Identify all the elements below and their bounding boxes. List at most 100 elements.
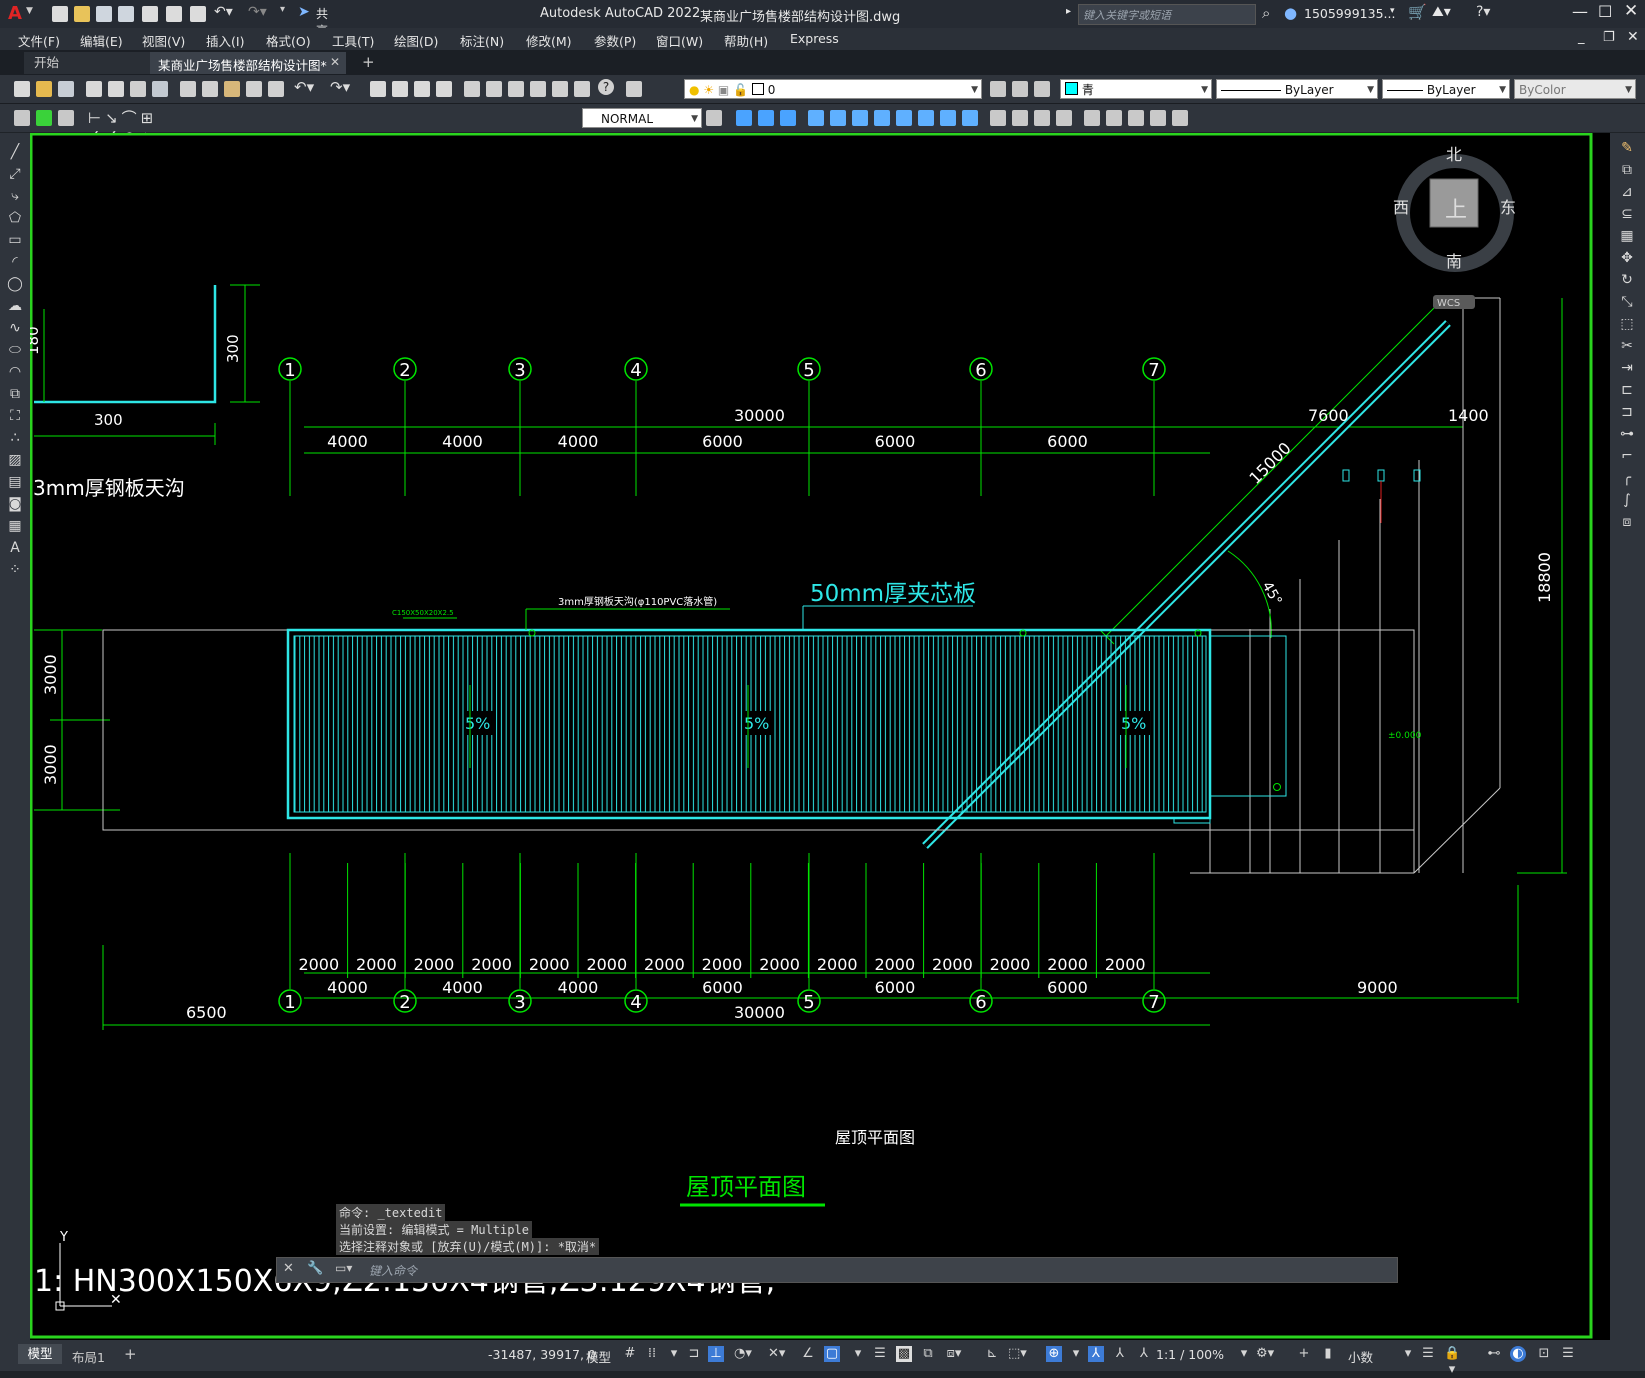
undo-tb-icon[interactable]: ↶▾	[294, 78, 314, 96]
break-icon[interactable]: ⊐	[1619, 401, 1635, 423]
spline-icon[interactable]: ∿	[7, 317, 23, 339]
extrude-icon[interactable]	[808, 110, 824, 126]
gizmo-icon[interactable]: ⊕	[1046, 1346, 1062, 1362]
layer-state-icon[interactable]	[1034, 81, 1050, 97]
linetype-dropdown[interactable]: ByLayer ▼	[1216, 79, 1378, 99]
surface-icon[interactable]	[1106, 110, 1122, 126]
make-current-layer-icon[interactable]	[990, 81, 1006, 97]
zoom-realtime-icon[interactable]	[392, 81, 408, 97]
snap-icon[interactable]: ⁞⁞	[644, 1346, 660, 1362]
save-icon[interactable]	[96, 6, 112, 22]
model-space-toggle[interactable]: 模型	[586, 1347, 611, 1366]
match-properties-icon[interactable]	[246, 81, 262, 97]
annotation-monitor-plus-icon[interactable]: +	[1296, 1346, 1312, 1362]
construction-line-icon[interactable]: ⤢	[7, 163, 23, 185]
subtract-icon[interactable]	[780, 110, 796, 126]
layer-properties-icon[interactable]	[626, 81, 642, 97]
polyline-icon[interactable]: ⤷	[7, 185, 23, 207]
web-open-icon[interactable]	[142, 6, 158, 22]
search-box[interactable]: 键入关键字或短语	[1078, 4, 1256, 25]
quickcalc-icon[interactable]	[574, 81, 590, 97]
transparency-icon[interactable]: ▩	[896, 1346, 912, 1362]
autodesk-a360-icon[interactable]: ⛰▾	[1432, 4, 1451, 20]
doc-minimize-icon[interactable]: _	[1578, 30, 1585, 45]
tool-palettes-icon[interactable]	[508, 81, 524, 97]
app-menu-chevron-icon[interactable]: ▼	[26, 6, 33, 16]
menu-file[interactable]: 文件(F)	[18, 31, 60, 50]
sheet-set-icon[interactable]	[530, 81, 546, 97]
zoom-previous-icon[interactable]	[436, 81, 452, 97]
customization-icon[interactable]: ☰	[1560, 1346, 1576, 1362]
clean-screen-icon[interactable]: ⊡	[1536, 1346, 1552, 1362]
blend-icon[interactable]: ∫	[1619, 489, 1635, 511]
color-dropdown[interactable]: 青 ▼	[1060, 79, 1212, 99]
shaded-icon[interactable]	[1056, 110, 1072, 126]
join-icon[interactable]: ⊶	[1619, 423, 1635, 445]
command-close-icon[interactable]: ✕	[283, 1261, 294, 1276]
union-icon[interactable]	[758, 110, 774, 126]
table-icon[interactable]: ▦	[7, 515, 23, 537]
trim-icon[interactable]: ✂	[1619, 335, 1635, 357]
grid-icon[interactable]: #	[622, 1346, 638, 1362]
menu-help[interactable]: 帮助(H)	[724, 31, 768, 50]
box-icon[interactable]	[736, 110, 752, 126]
ellipse-arc-icon[interactable]: ◠	[7, 361, 23, 383]
open-file-icon[interactable]	[36, 81, 52, 97]
circle-icon[interactable]: ◯	[7, 273, 23, 295]
lock-ui-icon[interactable]: 🔒▾	[1444, 1346, 1460, 1377]
rectangle-icon[interactable]: ▭	[7, 229, 23, 251]
maximize-icon[interactable]: ☐	[1598, 2, 1612, 21]
doc-restore-icon[interactable]: ❐	[1603, 30, 1615, 45]
tab-active-document[interactable]: 某商业广场售楼部结构设计图* ✕	[150, 52, 346, 74]
slice-icon[interactable]	[962, 110, 978, 126]
osnap-chevron-icon[interactable]: ▾	[850, 1346, 866, 1362]
isolate-objects-icon[interactable]: ⊷	[1486, 1346, 1502, 1362]
cut-icon[interactable]	[180, 81, 196, 97]
publish-icon[interactable]	[130, 81, 146, 97]
dimstyle-manager-icon[interactable]	[706, 110, 722, 126]
snap-chevron-icon[interactable]: ▾	[666, 1346, 682, 1362]
save-as-icon[interactable]	[118, 6, 134, 22]
command-line[interactable]: ✕ 🔧 ▭▾ 键入命令	[276, 1257, 1398, 1283]
dimstyle-dropdown[interactable]: NORMAL ▼	[582, 108, 702, 128]
command-input-placeholder[interactable]: 键入命令	[369, 1262, 417, 1279]
add-selected-icon[interactable]: ⁘	[7, 559, 23, 581]
paste-icon[interactable]	[224, 81, 240, 97]
lineweight-toggle-icon[interactable]: ☰	[872, 1346, 888, 1362]
new-icon[interactable]	[52, 6, 68, 22]
help-icon[interactable]: ?▾	[1476, 4, 1490, 20]
explode-icon[interactable]: ⧈	[1619, 511, 1635, 533]
units-value[interactable]: 小数	[1348, 1347, 1373, 1366]
user-icon[interactable]: ●	[1284, 4, 1297, 22]
new-tab-plus-icon[interactable]: +	[362, 53, 375, 71]
units-icon[interactable]: ▮	[1320, 1346, 1336, 1362]
workspace-gear-icon[interactable]: ⚙▾	[1256, 1346, 1274, 1362]
polygon-icon[interactable]: ⬠	[7, 207, 23, 229]
insert-block-icon[interactable]: ⧉	[7, 383, 23, 405]
auto-scale-icon[interactable]: ⅄	[1112, 1346, 1128, 1362]
mtext-icon[interactable]: A	[7, 537, 23, 559]
menu-draw[interactable]: 绘图(D)	[394, 31, 438, 50]
flatshot-icon[interactable]	[1150, 110, 1166, 126]
cart-icon[interactable]: 🛒	[1408, 3, 1427, 21]
menu-parametric[interactable]: 参数(P)	[594, 31, 636, 50]
arc-icon[interactable]: ◜	[7, 251, 23, 273]
copy-object-icon[interactable]: ⧉	[1619, 159, 1635, 181]
region-icon[interactable]: ◙	[7, 493, 23, 515]
redo-icon[interactable]: ↷▾	[248, 4, 267, 20]
fillet-icon[interactable]: ╭	[1619, 467, 1635, 489]
menu-edit[interactable]: 编辑(E)	[80, 31, 123, 50]
copy-icon[interactable]	[202, 81, 218, 97]
line-icon[interactable]: ╱	[7, 141, 23, 163]
ellipse-icon[interactable]: ⬭	[7, 339, 23, 361]
revolve-icon[interactable]	[874, 110, 890, 126]
loft-icon[interactable]	[896, 110, 912, 126]
otrack-icon[interactable]: ∠	[800, 1346, 816, 1362]
zoom-window-icon[interactable]	[414, 81, 430, 97]
3d-print-icon[interactable]	[152, 81, 168, 97]
tab-close-icon[interactable]: ✕	[330, 55, 340, 69]
search-expand-icon[interactable]: ▸	[1066, 6, 1071, 17]
properties-icon[interactable]	[464, 81, 480, 97]
units-chevron-icon[interactable]: ▾	[1400, 1346, 1416, 1362]
conceptual-icon[interactable]	[1034, 110, 1050, 126]
